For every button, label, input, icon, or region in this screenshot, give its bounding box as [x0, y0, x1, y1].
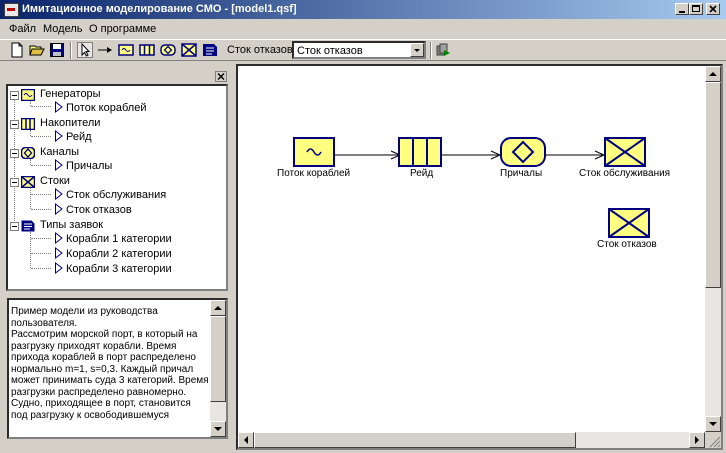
- save-icon[interactable]: [49, 42, 65, 58]
- tree-item-raid[interactable]: Рейд: [66, 131, 92, 146]
- generator-icon: [21, 89, 35, 101]
- window-title: Имитационное моделирование СМО - [model1…: [22, 3, 297, 15]
- maximize-button[interactable]: [689, 3, 703, 15]
- diagram-canvas[interactable]: Поток кораблей Рейд Причалы Сток обслужи…: [236, 64, 723, 450]
- tree-item-ships-cat2[interactable]: Корабли 2 категории: [66, 248, 172, 263]
- scroll-down-icon[interactable]: [705, 416, 721, 432]
- tree-item-ship-flow[interactable]: Поток кораблей: [66, 102, 146, 117]
- channel-block-label: Причалы: [500, 168, 543, 179]
- queue-block[interactable]: [398, 137, 442, 167]
- run-simulation-icon[interactable]: [435, 42, 451, 58]
- chevron-down-icon[interactable]: [410, 43, 424, 57]
- new-file-icon[interactable]: [9, 42, 25, 58]
- minimize-button[interactable]: [675, 3, 689, 15]
- request-type-tool-icon[interactable]: [202, 42, 218, 58]
- tree-group-generators[interactable]: Генераторы: [40, 88, 101, 103]
- pointer-tool-icon[interactable]: [77, 42, 93, 58]
- canvas-horizontal-scrollbar[interactable]: [238, 432, 705, 448]
- model-tree[interactable]: Генераторы Поток кораблей Накопители Рей…: [6, 84, 228, 291]
- open-folder-icon[interactable]: [29, 42, 45, 58]
- sink-icon: [21, 176, 35, 188]
- model-description-panel[interactable]: Пример модели из руководства пользовател…: [7, 298, 228, 439]
- collapse-request-types-icon[interactable]: [10, 222, 19, 231]
- generator-block[interactable]: [293, 137, 335, 167]
- tree-group-queues[interactable]: Накопители: [40, 117, 100, 132]
- app-icon: [4, 3, 19, 17]
- tree-item-berths[interactable]: Причалы: [66, 160, 112, 175]
- service-sink-block-label: Сток обслуживания: [579, 168, 671, 179]
- scroll-left-icon[interactable]: [238, 432, 254, 448]
- model-tree-panel: Генераторы Поток кораблей Накопители Рей…: [5, 69, 228, 291]
- collapse-sinks-icon[interactable]: [10, 178, 19, 187]
- close-panel-button[interactable]: [215, 71, 227, 82]
- scroll-right-icon[interactable]: [689, 432, 705, 448]
- reject-sink-block-label: Сток отказов: [597, 239, 657, 250]
- queue-icon: [21, 118, 35, 130]
- sink-tool-icon[interactable]: [181, 42, 197, 58]
- title-bar: Имитационное моделирование СМО - [model1…: [0, 0, 726, 19]
- tree-item-service-sink[interactable]: Сток обслуживания: [66, 189, 166, 204]
- model-description-text: Пример модели из руководства пользовател…: [11, 306, 209, 421]
- link-arrow-tool-icon[interactable]: [97, 42, 113, 58]
- reject-sink-block[interactable]: [608, 208, 650, 238]
- reject-sink-value: Сток отказов: [297, 45, 363, 57]
- collapse-queues-icon[interactable]: [10, 120, 19, 129]
- close-window-button[interactable]: [706, 3, 720, 15]
- size-grip-icon[interactable]: [705, 432, 721, 448]
- channel-tool-icon[interactable]: [160, 42, 176, 58]
- menu-file[interactable]: Файл: [9, 23, 36, 35]
- canvas-vertical-scroll-thumb[interactable]: [705, 82, 721, 288]
- menu-about[interactable]: О программе: [89, 23, 156, 35]
- collapse-channels-icon[interactable]: [10, 149, 19, 158]
- tree-item-reject-sink[interactable]: Сток отказов: [66, 204, 132, 219]
- generator-block-label: Поток кораблей: [277, 168, 351, 179]
- scroll-up-icon[interactable]: [705, 66, 721, 82]
- canvas-vertical-scrollbar[interactable]: [705, 66, 721, 432]
- queue-block-label: Рейд: [410, 168, 434, 179]
- menu-bar: Файл Модель О программе: [0, 20, 726, 38]
- toolbar: Сток отказов: Сток отказов: [0, 39, 726, 61]
- channel-block[interactable]: [500, 137, 546, 167]
- reject-sink-label: Сток отказов:: [227, 44, 296, 56]
- canvas-horizontal-scroll-thumb[interactable]: [254, 432, 576, 448]
- collapse-generators-icon[interactable]: [10, 91, 19, 100]
- menu-model[interactable]: Модель: [43, 23, 82, 35]
- tree-item-ships-cat1[interactable]: Корабли 1 категории: [66, 233, 172, 248]
- service-sink-block[interactable]: [604, 137, 646, 167]
- queue-tool-icon[interactable]: [139, 42, 155, 58]
- tree-group-request-types[interactable]: Типы заявок: [40, 219, 103, 234]
- generator-tool-icon[interactable]: [118, 42, 134, 58]
- request-type-icon: [21, 220, 35, 232]
- scroll-down-icon[interactable]: [210, 421, 226, 437]
- description-scroll-thumb[interactable]: [210, 316, 226, 402]
- channel-icon: [21, 147, 35, 159]
- description-scrollbar[interactable]: [210, 300, 226, 437]
- reject-sink-select[interactable]: Сток отказов: [292, 41, 426, 59]
- tree-item-ships-cat3[interactable]: Корабли 3 категории: [66, 263, 172, 278]
- scroll-up-icon[interactable]: [210, 300, 226, 316]
